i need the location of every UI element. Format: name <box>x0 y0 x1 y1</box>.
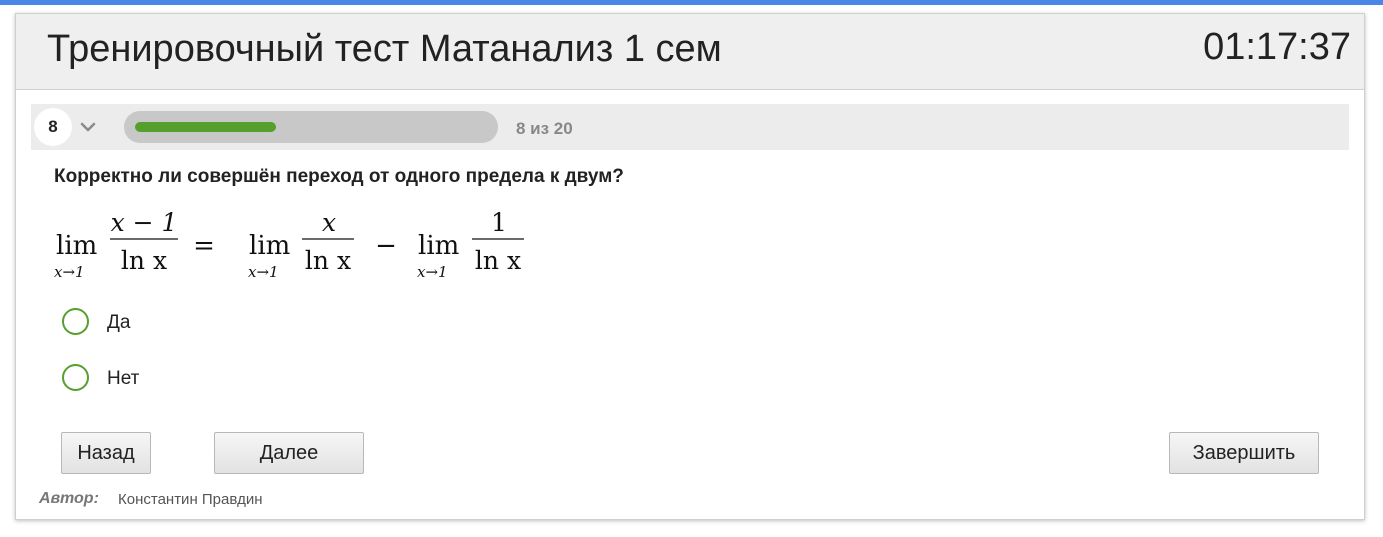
limit-formula: lim x→1 x − 1 ln x = lim x→1 x ln x − li… <box>54 208 524 277</box>
formula-equals: = <box>193 231 215 261</box>
formula-term1-denominator: ln x <box>121 246 167 275</box>
progress-bar <box>124 111 498 143</box>
progress-bar-fill <box>135 122 276 132</box>
back-button[interactable]: Назад <box>61 432 151 474</box>
formula-term3-numerator: 1 <box>491 208 507 237</box>
top-accent-strip <box>0 0 1383 5</box>
countdown-timer: 01:17:37 <box>1203 26 1351 68</box>
test-header: Тренировочный тест Матанализ 1 сем 01:17… <box>16 14 1364 90</box>
test-card: Тренировочный тест Матанализ 1 сем 01:17… <box>15 13 1365 520</box>
question-nav-bar: 8 8 из 20 <box>31 104 1349 150</box>
radio-button[interactable] <box>62 364 89 391</box>
current-question-number[interactable]: 8 <box>34 108 72 146</box>
finish-button[interactable]: Завершить <box>1169 432 1319 474</box>
formula-term3-denominator: ln x <box>475 246 521 275</box>
progress-counter: 8 из 20 <box>516 119 573 138</box>
chevron-down-icon[interactable] <box>78 117 98 137</box>
formula-term1-numerator: x − 1 <box>111 208 178 237</box>
author-label: Автор: <box>39 490 99 507</box>
question-text: Корректно ли совершён переход от одного … <box>54 166 624 187</box>
formula-term2-numerator: x <box>322 208 336 237</box>
formula-sub-1: x→1 <box>54 263 85 277</box>
option-label[interactable]: Нет <box>107 368 139 390</box>
next-button[interactable]: Далее <box>214 432 364 474</box>
formula-lim-3: lim <box>418 231 459 261</box>
formula-term2-denominator: ln x <box>305 246 351 275</box>
page-title: Тренировочный тест Матанализ 1 сем <box>47 28 722 70</box>
author-name: Константин Правдин <box>118 491 263 508</box>
formula-lim-1: lim <box>56 231 97 261</box>
option-label[interactable]: Да <box>107 312 130 334</box>
formula-lim-2: lim <box>249 231 290 261</box>
formula-sub-3: x→1 <box>417 263 448 277</box>
formula-minus: − <box>375 231 397 261</box>
formula-sub-2: x→1 <box>248 263 279 277</box>
radio-button[interactable] <box>62 308 89 335</box>
